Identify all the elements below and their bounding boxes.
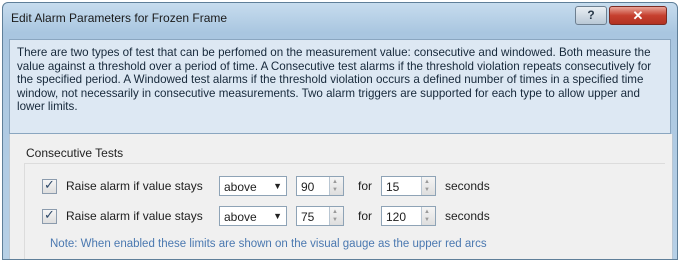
consecutive-row-1: ✓ Raise alarm if value stays above ▼ 90 … — [36, 176, 506, 198]
enable-checkbox-2[interactable]: ✓ — [42, 207, 57, 224]
condition-value-1: above — [224, 180, 257, 194]
spin-up-icon[interactable]: ▲ — [332, 209, 338, 215]
spin-buttons[interactable]: ▲ ▼ — [421, 177, 435, 195]
condition-select-2[interactable]: above ▼ — [219, 206, 287, 226]
close-button[interactable]: ✕ — [609, 6, 667, 25]
check-mark-icon: ✓ — [44, 177, 55, 192]
note-text: Note: When enabled these limits are show… — [50, 238, 487, 250]
spin-buttons[interactable]: ▲ ▼ — [329, 207, 343, 225]
spin-down-icon[interactable]: ▼ — [332, 187, 338, 193]
spin-up-icon[interactable]: ▲ — [424, 209, 430, 215]
check-mark-icon: ✓ — [44, 207, 55, 222]
chevron-down-icon: ▼ — [273, 181, 282, 191]
for-label-1: for — [358, 179, 373, 193]
help-button[interactable]: ? — [575, 6, 607, 25]
window-title: Edit Alarm Parameters for Frozen Frame — [11, 11, 228, 25]
unit-label-1: seconds — [445, 179, 490, 193]
condition-value-2: above — [224, 210, 257, 224]
threshold-spinner-2[interactable]: 75 ▲ ▼ — [296, 206, 344, 226]
threshold-value-2: 75 — [301, 210, 315, 224]
period-spinner-2[interactable]: 120 ▲ ▼ — [381, 206, 436, 226]
info-panel: There are two types of test that can be … — [9, 39, 671, 134]
spin-down-icon[interactable]: ▼ — [424, 217, 430, 223]
spin-down-icon[interactable]: ▼ — [332, 217, 338, 223]
spin-up-icon[interactable]: ▲ — [424, 179, 430, 185]
content-area: Consecutive Tests ✓ Raise alarm if value… — [9, 134, 673, 259]
period-spinner-1[interactable]: 15 ▲ ▼ — [381, 176, 436, 196]
spin-buttons[interactable]: ▲ ▼ — [421, 207, 435, 225]
period-value-1: 15 — [386, 180, 400, 194]
spin-buttons[interactable]: ▲ ▼ — [329, 177, 343, 195]
threshold-spinner-1[interactable]: 90 ▲ ▼ — [296, 176, 344, 196]
title-bar: Edit Alarm Parameters for Frozen Frame ?… — [3, 3, 677, 33]
enable-checkbox-1[interactable]: ✓ — [42, 177, 57, 194]
row-2-label: Raise alarm if value stays — [66, 209, 203, 223]
info-text: There are two types of test that can be … — [17, 46, 652, 114]
period-value-2: 120 — [386, 210, 407, 224]
consecutive-row-2: ✓ Raise alarm if value stays above ▼ 75 … — [36, 206, 506, 228]
consecutive-tests-label: Consecutive Tests — [26, 146, 124, 160]
threshold-value-1: 90 — [301, 180, 315, 194]
condition-select-1[interactable]: above ▼ — [219, 176, 287, 196]
for-label-2: for — [358, 209, 373, 223]
unit-label-2: seconds — [445, 209, 490, 223]
help-icon: ? — [587, 8, 595, 22]
spin-down-icon[interactable]: ▼ — [424, 187, 430, 193]
chevron-down-icon: ▼ — [273, 211, 282, 221]
dialog-window: Edit Alarm Parameters for Frozen Frame ?… — [2, 2, 678, 260]
spin-up-icon[interactable]: ▲ — [332, 179, 338, 185]
row-1-label: Raise alarm if value stays — [66, 179, 203, 193]
close-icon: ✕ — [632, 8, 644, 23]
